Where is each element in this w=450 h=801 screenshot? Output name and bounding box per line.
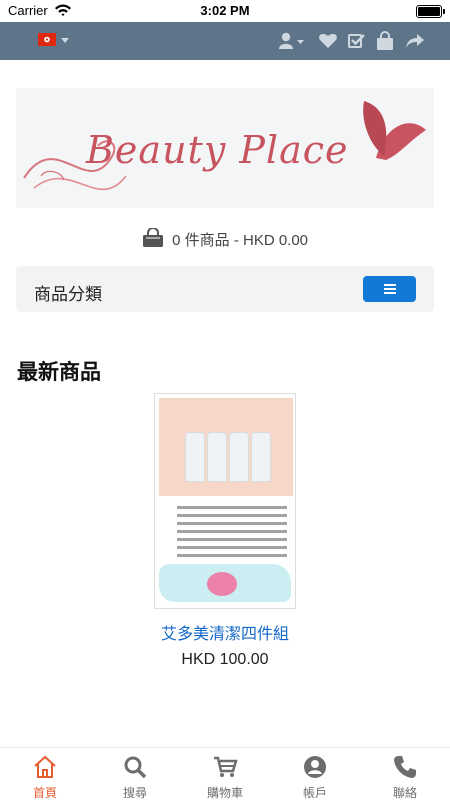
- tab-contact-label: 聯絡: [392, 786, 417, 800]
- language-dropdown-caret-icon[interactable]: [61, 38, 69, 43]
- category-title: 商品分類: [34, 285, 102, 304]
- account-icon: [302, 754, 328, 780]
- menu-icon: [384, 288, 396, 290]
- heart-icon[interactable]: [318, 31, 338, 51]
- tab-cart-label: 購物車: [206, 786, 243, 800]
- cart-icon: [212, 754, 238, 780]
- share-icon[interactable]: [405, 31, 425, 51]
- tab-home-label: 首頁: [32, 786, 57, 800]
- user-icon[interactable]: [279, 31, 304, 51]
- tab-account[interactable]: 帳戶: [270, 754, 360, 801]
- hong-kong-flag-icon[interactable]: [38, 33, 56, 46]
- status-bar: Carrier 3:02 PM: [0, 0, 450, 22]
- clock: 3:02 PM: [200, 3, 250, 18]
- bag-icon[interactable]: [375, 31, 395, 51]
- home-icon: [32, 754, 58, 780]
- logo-text: Beauty Place: [86, 128, 349, 172]
- tab-search[interactable]: 搜尋: [90, 754, 180, 801]
- latest-products-title: 最新商品: [17, 361, 101, 384]
- search-icon: [122, 754, 148, 780]
- tab-contact[interactable]: 聯絡: [360, 754, 450, 801]
- tab-home[interactable]: 首頁: [0, 754, 90, 801]
- tab-search-label: 搜尋: [122, 786, 147, 800]
- battery-icon: [416, 5, 445, 18]
- top-navigation-bar: [0, 22, 450, 60]
- store-logo[interactable]: Beauty Place: [16, 88, 434, 208]
- product-price: HKD 100.00: [181, 651, 269, 668]
- shopping-bag-icon: [142, 227, 164, 252]
- tab-account-label: 帳戶: [302, 786, 327, 800]
- product-name-link[interactable]: 艾多美清潔四件組: [0, 620, 450, 644]
- tab-cart[interactable]: 購物車: [180, 754, 270, 801]
- product-image[interactable]: [154, 393, 296, 609]
- check-square-icon[interactable]: [347, 31, 367, 51]
- cart-summary[interactable]: 0 件商品 - HKD 0.00: [0, 227, 450, 252]
- bottom-tab-bar: 首頁 搜尋 購物車 帳戶 聯絡: [0, 747, 450, 801]
- category-bar: 商品分類: [16, 266, 434, 312]
- category-menu-button[interactable]: [363, 276, 416, 302]
- phone-icon: [392, 754, 418, 780]
- cart-summary-text: 0 件商品 - HKD 0.00: [172, 232, 309, 249]
- product-card[interactable]: [154, 393, 296, 609]
- menu-icon: [384, 292, 396, 294]
- menu-icon: [384, 284, 396, 286]
